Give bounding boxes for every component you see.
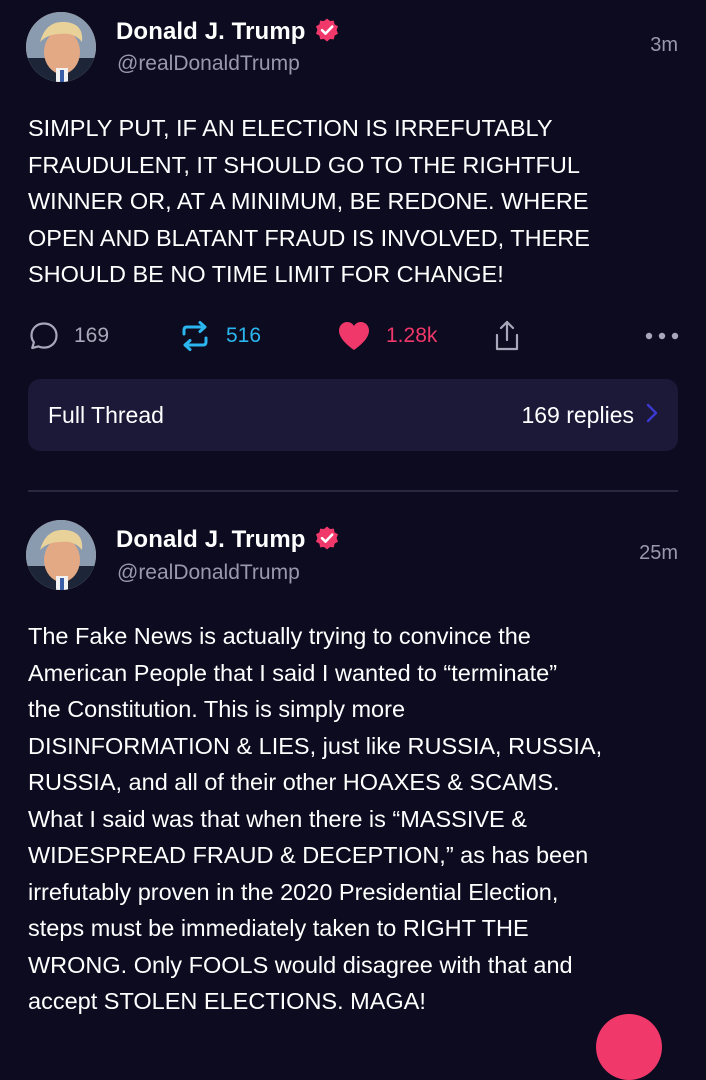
more-dots-icon [644,331,680,341]
heart-icon [336,319,372,353]
post-divider [28,490,678,492]
share-icon [492,318,522,354]
avatar[interactable] [26,12,96,82]
avatar-image [26,520,96,590]
author-handle[interactable]: @realDonaldTrump [117,561,300,585]
repost-button[interactable]: 516 [178,316,261,356]
author-name[interactable]: Donald J. Trump [116,18,306,46]
thread-replies-count: 169 replies [521,401,634,428]
reply-count: 169 [74,324,110,347]
post-2[interactable]: Donald J. Trump @realDonaldTrump 25m The… [0,510,706,1024]
avatar-image [26,12,96,82]
share-button[interactable] [492,316,522,356]
post-timestamp: 25m [639,542,678,564]
full-thread-button[interactable]: Full Thread 169 replies [28,379,678,451]
verified-badge-icon [306,525,340,556]
author-handle[interactable]: @realDonaldTrump [117,52,300,76]
post-1[interactable]: Donald J. Trump @realDonaldTrump 3m SIMP… [0,0,706,490]
post-text: SIMPLY PUT, IF AN ELECTION IS IRREFUTABL… [28,115,590,287]
post-timestamp: 3m [650,34,678,56]
like-count: 1.28k [386,324,438,347]
repost-icon [178,319,212,353]
comment-icon [28,320,60,352]
repost-count: 516 [226,324,262,347]
like-button[interactable]: 1.28k [336,316,437,356]
author-name[interactable]: Donald J. Trump [116,526,306,554]
more-options-button[interactable] [644,316,680,356]
reply-button[interactable]: 169 [28,316,109,356]
chevron-right-icon [646,403,658,428]
post-actions: 169 516 1.28k [28,316,680,356]
thread-label: Full Thread [48,401,164,428]
verified-badge-icon [306,17,340,48]
post-text: The Fake News is actually trying to conv… [28,623,603,1014]
avatar[interactable] [26,520,96,590]
